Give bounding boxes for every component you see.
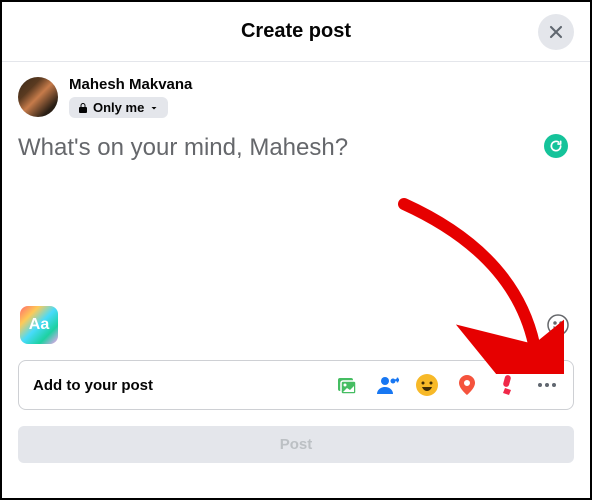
location-icon (455, 373, 479, 397)
privacy-selector[interactable]: Only me (69, 97, 168, 118)
feeling-button[interactable] (415, 373, 439, 397)
close-icon (546, 22, 566, 42)
tag-people-button[interactable] (375, 373, 399, 397)
modal-header: Create post (2, 2, 590, 62)
modal-title: Create post (241, 20, 351, 43)
close-button[interactable] (538, 14, 574, 50)
photo-video-button[interactable] (335, 373, 359, 397)
more-icon (535, 373, 559, 397)
check-in-button[interactable] (455, 373, 479, 397)
add-to-post-bar: Add to your post (18, 360, 574, 410)
feeling-icon (415, 373, 439, 397)
post-button[interactable]: Post (18, 426, 574, 463)
photo-icon (335, 373, 359, 397)
smile-icon (546, 313, 570, 337)
compose-area[interactable]: What's on your mind, Mahesh? (2, 126, 590, 306)
tag-people-icon (375, 373, 399, 397)
add-icons (335, 373, 559, 397)
background-color-button[interactable]: Aa (20, 306, 58, 344)
lock-icon (77, 102, 89, 114)
grammarly-icon[interactable] (544, 134, 568, 158)
user-info: Mahesh Makvana Only me (69, 76, 192, 118)
avatar[interactable] (18, 77, 58, 117)
background-row: Aa (2, 306, 590, 356)
more-button[interactable] (535, 373, 559, 397)
add-to-post-label: Add to your post (33, 377, 153, 394)
live-button[interactable] (495, 373, 519, 397)
emoji-button[interactable] (544, 311, 572, 339)
user-row: Mahesh Makvana Only me (2, 62, 590, 126)
user-name: Mahesh Makvana (69, 76, 192, 93)
microphone-icon (495, 373, 519, 397)
privacy-label: Only me (93, 100, 144, 115)
caret-down-icon (148, 102, 160, 114)
compose-placeholder: What's on your mind, Mahesh? (18, 134, 574, 162)
